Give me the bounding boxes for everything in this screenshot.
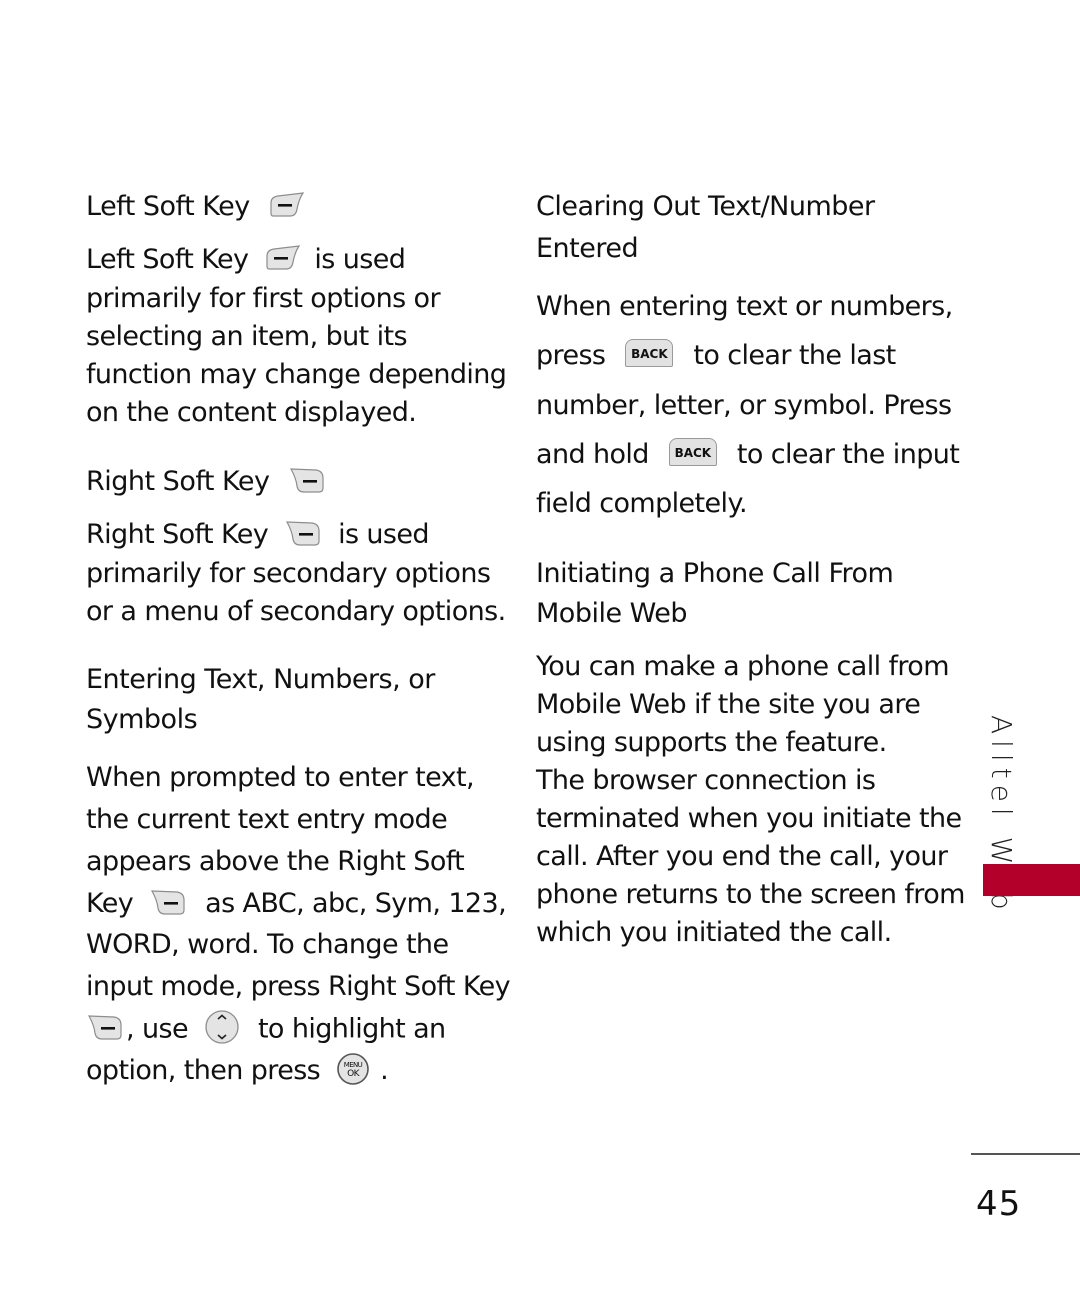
paragraph-line: and hold BACK to clear the input [536, 437, 960, 470]
right-soft-key-icon [284, 519, 322, 547]
paragraph-line: the current text entry mode [86, 804, 448, 835]
paragraph-line: Left Soft Key is used [86, 244, 406, 275]
paragraph-line: which you initiated the call. [536, 917, 892, 948]
paragraph-line: selecting an item, but its [86, 321, 408, 352]
right-soft-key-icon [149, 888, 187, 916]
page-number: 45 [976, 1184, 1022, 1224]
right-soft-key-icon [86, 1013, 124, 1041]
paragraph-line: on the content displayed. [86, 397, 417, 428]
paragraph-line: option, then press MENU OK . [86, 1052, 389, 1089]
paragraph-line: Right Soft Key is used [86, 519, 430, 550]
paragraph-line: primarily for secondary options [86, 558, 491, 589]
back-key-icon: BACK [668, 437, 717, 466]
svg-text:MENU: MENU [344, 1061, 363, 1069]
paragraph-line: appears above the Right Soft [86, 846, 465, 877]
section-heading-left-soft-key: Left Soft Key [86, 190, 306, 224]
paragraph-line: Key as ABC, abc, Sym, 123, [86, 888, 507, 919]
section-heading-right-soft-key: Right Soft Key [86, 465, 326, 499]
paragraph-line: using supports the feature. [536, 727, 887, 758]
left-soft-key-icon [268, 191, 306, 219]
section-heading-entering-text-cont: Symbols [86, 704, 198, 735]
back-key-icon: BACK [625, 338, 674, 367]
paragraph-line: , use to highlight an [86, 1010, 446, 1048]
paragraph-line: press BACK to clear the last [536, 338, 896, 371]
paragraph-line: field completely. [536, 488, 748, 519]
chapter-tab-marker [983, 864, 1080, 896]
paragraph-line: When entering text or numbers, [536, 291, 953, 322]
section-heading-entering-text: Entering Text, Numbers, or [86, 664, 435, 695]
paragraph-line: function may change depending [86, 359, 507, 390]
paragraph-line: phone returns to the screen from [536, 879, 965, 910]
paragraph-line: terminated when you initiate the [536, 803, 962, 834]
section-heading-phone-call: Initiating a Phone Call From [536, 558, 894, 589]
navigation-key-icon [205, 1010, 239, 1044]
menu-ok-key-icon: MENU OK [337, 1052, 369, 1085]
paragraph-line: input mode, press Right Soft Key [86, 971, 511, 1002]
paragraph-line: When prompted to enter text, [86, 762, 475, 793]
svg-text:OK: OK [347, 1069, 360, 1079]
paragraph-line: WORD, word. To change the [86, 929, 449, 960]
paragraph-line: or a menu of secondary options. [86, 596, 506, 627]
paragraph-line: call. After you end the call, your [536, 841, 948, 872]
section-heading-phone-call-cont: Mobile Web [536, 598, 688, 629]
section-heading-clearing-text-cont: Entered [536, 233, 639, 264]
paragraph-line: You can make a phone call from [536, 651, 950, 682]
left-soft-key-icon [264, 244, 302, 272]
paragraph-line: primarily for first options or [86, 283, 441, 314]
paragraph-line: Mobile Web if the site you are [536, 689, 921, 720]
section-heading-clearing-text: Clearing Out Text/Number [536, 191, 875, 222]
paragraph-line: The browser connection is [536, 765, 876, 796]
paragraph-line: number, letter, or symbol. Press [536, 390, 952, 421]
right-soft-key-icon [288, 466, 326, 494]
page-number-rule [971, 1153, 1080, 1155]
